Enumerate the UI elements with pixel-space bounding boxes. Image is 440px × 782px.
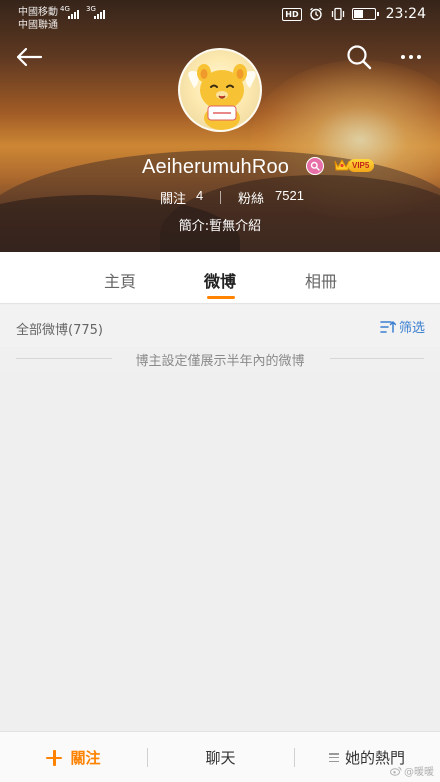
profile-header: 中國移動 中國聯通 4G 3G HD 23:24 AeiherumuhRoo V… bbox=[0, 0, 440, 252]
battery-icon bbox=[351, 8, 379, 20]
bottom-action-bar: 關注 聊天 她的熱門 @暖暖 bbox=[0, 731, 440, 782]
active-tab-indicator bbox=[207, 296, 235, 299]
profile-bio: 簡介:暫無介紹 bbox=[178, 219, 262, 234]
following-label[interactable]: 關注 bbox=[160, 188, 186, 207]
visibility-notice: 博主設定僅展示半年內的微博 bbox=[0, 347, 440, 371]
status-bar: 中國移動 中國聯通 4G 3G HD 23:24 bbox=[0, 0, 440, 32]
follow-button[interactable]: 關注 bbox=[0, 732, 147, 782]
profile-stats: 關注 4 粉絲 7521 bbox=[0, 188, 440, 208]
alarm-icon bbox=[308, 6, 324, 22]
filter-icon bbox=[380, 320, 396, 333]
back-arrow-icon bbox=[16, 47, 43, 67]
divider bbox=[330, 358, 424, 359]
menu-icon bbox=[328, 753, 339, 762]
stats-divider bbox=[220, 191, 221, 204]
followers-label[interactable]: 粉絲 bbox=[238, 188, 264, 207]
verified-badge-icon[interactable] bbox=[306, 157, 324, 175]
chat-button[interactable]: 聊天 bbox=[147, 732, 294, 782]
followers-count[interactable]: 7521 bbox=[275, 188, 304, 203]
profile-tabs: 主頁 微博 相冊 bbox=[0, 252, 440, 304]
tab-album[interactable]: 相冊 bbox=[291, 268, 351, 292]
more-button[interactable] bbox=[396, 42, 426, 72]
signal-icon bbox=[68, 10, 79, 19]
feed-filter-bar: 全部微博(775) 筛选 bbox=[0, 305, 440, 347]
filter-label: 筛选 bbox=[399, 321, 426, 336]
feed-empty-area bbox=[0, 371, 440, 731]
hd-voice-icon: HD bbox=[282, 7, 302, 21]
username: AeiherumuhRoo bbox=[142, 156, 290, 178]
watermark: @暖暖 bbox=[390, 763, 434, 778]
follow-button-label: 關注 bbox=[70, 749, 101, 767]
status-time: 23:24 bbox=[385, 6, 426, 22]
vip-level-label: VIP5 bbox=[348, 158, 375, 172]
vip-badge[interactable]: VIP5 bbox=[333, 156, 375, 174]
search-button[interactable] bbox=[344, 42, 374, 72]
avatar[interactable] bbox=[178, 48, 262, 132]
all-weibo-count[interactable]: 全部微博(775) bbox=[16, 319, 103, 338]
carrier-2: 中國聯通 bbox=[18, 20, 58, 31]
watermark-text: @暖暖 bbox=[404, 767, 434, 778]
signal-icon bbox=[94, 10, 105, 19]
weibo-logo-icon bbox=[390, 766, 402, 776]
tab-home[interactable]: 主頁 bbox=[90, 268, 150, 292]
search-icon bbox=[347, 45, 372, 70]
more-dots-icon bbox=[409, 55, 413, 59]
more-dots-icon bbox=[401, 55, 405, 59]
avatar-bear-image bbox=[188, 64, 256, 130]
tab-weibo[interactable]: 微博 bbox=[190, 268, 250, 292]
battery-level bbox=[353, 10, 363, 18]
filter-button[interactable]: 筛选 bbox=[380, 317, 425, 336]
vibrate-icon bbox=[330, 6, 346, 22]
back-button[interactable] bbox=[14, 42, 44, 72]
chat-button-label: 聊天 bbox=[205, 749, 236, 767]
plus-icon bbox=[46, 749, 63, 766]
visibility-notice-text: 博主設定僅展示半年內的微博 bbox=[135, 354, 305, 369]
more-dots-icon bbox=[417, 55, 421, 59]
following-count[interactable]: 4 bbox=[196, 188, 203, 203]
